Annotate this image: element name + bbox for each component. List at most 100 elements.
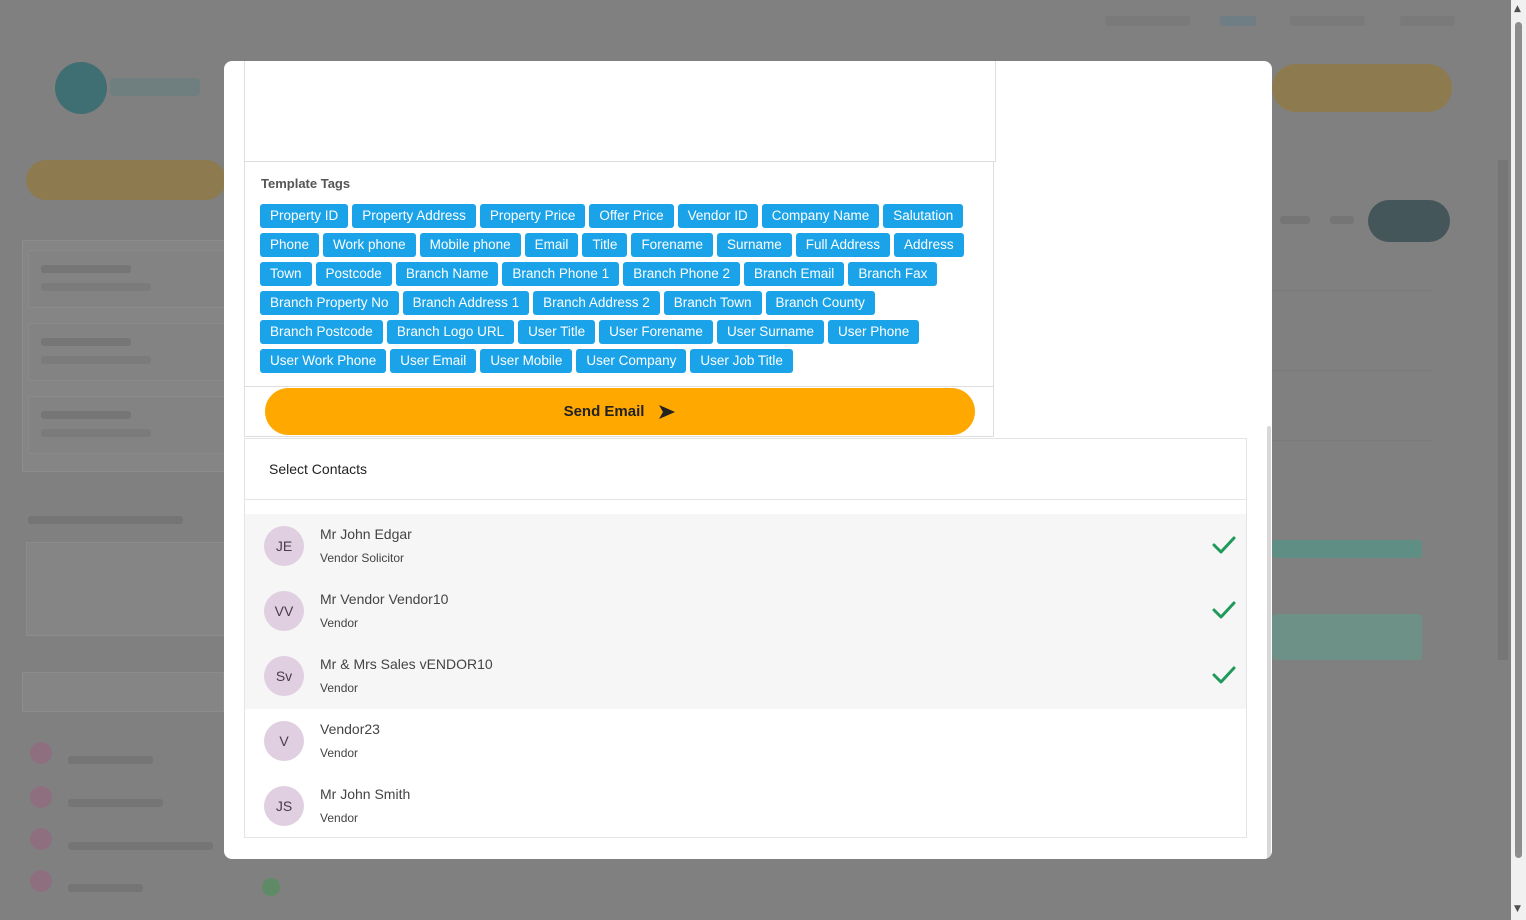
bg-heading [28,516,183,524]
template-tag[interactable]: Branch Email [744,262,845,286]
template-tag[interactable]: User Title [518,320,596,344]
template-tag[interactable]: Surname [716,233,792,257]
bg-top-link [1400,16,1455,26]
template-tag[interactable]: User Surname [716,320,824,344]
template-tag[interactable]: Town [260,262,312,286]
template-tag[interactable]: Branch Address 2 [533,291,660,315]
avatar: JS [264,786,304,826]
contact-name: Mr & Mrs Sales vENDOR10 [320,656,493,672]
template-tag[interactable]: Branch Postcode [260,320,383,344]
contact-role: Vendor [320,616,359,630]
bg-divider [1272,290,1432,291]
bg-progress-bar [1272,540,1422,558]
contact-item[interactable]: VV Mr Vendor Vendor10 Vendor [245,579,1246,644]
bg-logo [55,62,107,114]
bg-menu-label [68,884,143,892]
avatar: VV [264,591,304,631]
template-tag[interactable]: Branch Fax [848,262,938,286]
template-tag[interactable]: User Work Phone [260,349,387,373]
bg-menu-label [68,842,213,850]
template-tag[interactable]: Postcode [315,262,392,286]
bg-toolbar-item [1280,216,1310,224]
template-tags-list: Property ID Property Address Property Pric… [260,204,985,373]
bg-dark-button [1368,200,1450,242]
template-tag[interactable]: User Company [576,349,687,373]
template-tag[interactable]: Company Name [761,204,880,228]
contact-item[interactable]: Sv Mr & Mrs Sales vENDOR10 Vendor [245,644,1246,709]
bg-scroll [1498,160,1508,660]
template-tag[interactable]: Branch Property No [260,291,399,315]
contact-role: Vendor Solicitor [320,551,405,565]
template-tag[interactable]: Property Price [479,204,586,228]
template-tag[interactable]: Mobile phone [419,233,521,257]
template-tag[interactable]: Address [894,233,964,257]
bg-menu-icon [30,786,52,808]
bg-field [28,250,226,308]
template-tags-panel: Template Tags Property ID Property Addres… [244,161,994,387]
template-tag[interactable]: User Mobile [480,349,573,373]
select-contacts-panel: Select Contacts JE Mr John Edgar Vendor So… [244,438,1247,838]
template-tag[interactable]: Vendor ID [677,204,758,228]
bg-status-dot [262,878,280,896]
contact-item[interactable]: JS Mr John Smith Vendor [245,774,1246,839]
bg-field [28,323,226,381]
bg-side-button [26,160,226,200]
template-tag[interactable]: Branch County [765,291,875,315]
template-tag[interactable]: Title [582,233,628,257]
contact-item[interactable]: V Vendor23 Vendor [245,709,1246,774]
contacts-header: Select Contacts [245,439,1246,500]
template-tag[interactable]: User Job Title [690,349,793,373]
template-tag[interactable]: Phone [260,233,320,257]
bg-menu-label [68,799,163,807]
send-email-modal: Template Tags Property ID Property Addres… [224,61,1272,859]
bg-field [28,396,226,454]
contact-role: Vendor [320,746,359,760]
contact-name: Vendor23 [320,721,380,737]
bg-logo-text [110,78,200,96]
template-tag[interactable]: Offer Price [589,204,674,228]
template-tag[interactable]: Property Address [352,204,476,228]
contact-role: Vendor [320,681,359,695]
template-tag[interactable]: User Email [390,349,477,373]
template-tag[interactable]: Work phone [323,233,416,257]
bg-list-panel [26,542,228,636]
contact-name: Mr Vendor Vendor10 [320,591,449,607]
template-tag[interactable]: Branch Phone 1 [502,262,620,286]
template-tag[interactable]: Full Address [795,233,891,257]
bg-menu-icon [30,870,52,892]
page-scrollbar[interactable]: ▲ ▼ [1511,0,1526,920]
contact-item[interactable]: JE Mr John Edgar Vendor Solicitor [245,514,1246,579]
template-tag[interactable]: Property ID [260,204,349,228]
scroll-down-icon[interactable]: ▼ [1514,904,1521,914]
bg-menu-icon [30,828,52,850]
template-tags-title: Template Tags [261,176,351,191]
template-tag[interactable]: Email [524,233,579,257]
modal-scrollbar[interactable] [1267,426,1271,859]
avatar: JE [264,526,304,566]
template-tag[interactable]: Salutation [883,204,964,228]
bg-menu-icon [30,742,52,764]
template-tag[interactable]: Branch Name [395,262,499,286]
template-tag[interactable]: Branch Address 1 [402,291,530,315]
bg-divider [1272,440,1432,441]
checkmark-icon [1212,666,1236,684]
send-email-label: Send Email [563,403,645,420]
template-tag[interactable]: Branch Phone 2 [623,262,741,286]
bg-input [22,672,224,712]
avatar: Sv [264,656,304,696]
template-tag[interactable]: Branch Town [663,291,762,315]
contact-role: Vendor [320,811,359,825]
template-tag[interactable]: User Forename [599,320,713,344]
email-body-editor[interactable] [244,61,996,162]
contacts-title: Select Contacts [269,461,368,477]
template-tag[interactable]: Branch Logo URL [386,320,515,344]
scroll-up-icon[interactable]: ▲ [1514,4,1521,14]
send-email-button[interactable]: Send Email [265,388,975,435]
bg-top-link [1220,16,1256,26]
template-tag[interactable]: User Phone [828,320,920,344]
bg-toolbar-item [1330,216,1354,224]
avatar: V [264,721,304,761]
scrollbar-thumb[interactable] [1515,22,1522,858]
template-tag[interactable]: Forename [631,233,713,257]
send-row: Send Email [244,387,994,437]
